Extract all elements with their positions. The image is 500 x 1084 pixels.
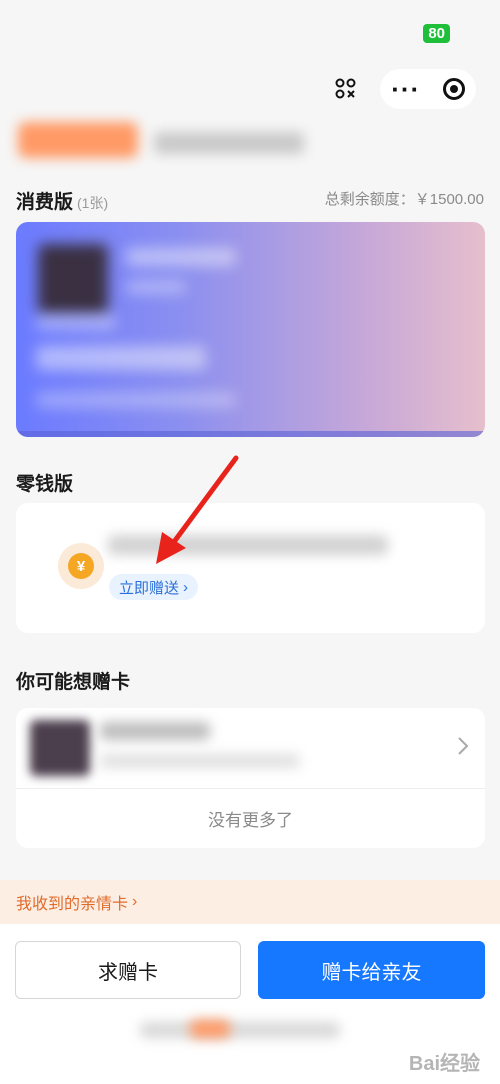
watermark-logo: Bai经验	[408, 1053, 480, 1075]
scan-icon[interactable]	[326, 69, 366, 109]
page-header-blurred	[14, 118, 304, 162]
consume-section-title: 消费版 (1张)	[16, 187, 108, 214]
close-miniprogram-icon[interactable]	[442, 78, 465, 100]
consume-card-count: (1张)	[77, 195, 109, 211]
send-now-button[interactable]: 立即赠送 ›	[109, 574, 199, 600]
no-more-text: 没有更多了	[208, 810, 293, 830]
battery-indicator: 80	[423, 24, 450, 43]
more-menu-icon[interactable]: ···	[391, 76, 420, 102]
annotation-arrow-icon	[156, 455, 239, 564]
consume-gift-card[interactable]	[16, 222, 485, 437]
received-cards-link[interactable]: 我收到的亲情卡 ›	[0, 880, 500, 924]
card-thumbnail	[38, 244, 108, 314]
give-card-button[interactable]: 赠卡给亲友	[258, 941, 485, 999]
change-card[interactable]: ¥ 立即赠送 ›	[16, 503, 485, 633]
chevron-right-icon: ›	[183, 578, 189, 596]
chevron-right-icon	[458, 737, 469, 755]
suggest-card: 没有更多了	[16, 708, 485, 848]
mini-program-capsule: ···	[326, 68, 478, 110]
chevron-right-icon: ›	[132, 893, 138, 910]
change-section-title: 零钱版	[16, 474, 74, 495]
consume-title-text: 消费版	[16, 192, 74, 213]
footer-bar: 求赠卡 赠卡给亲友 Bai经验	[0, 924, 500, 1084]
status-bar: 80	[0, 0, 500, 60]
capsule-buttons: ···	[380, 69, 476, 109]
coin-icon: ¥	[58, 543, 104, 589]
suggest-section-title: 你可能想赠卡	[16, 672, 131, 693]
ask-for-card-button[interactable]: 求赠卡	[15, 941, 241, 999]
total-balance-label: 总剩余额度：￥1500.00	[324, 191, 484, 208]
